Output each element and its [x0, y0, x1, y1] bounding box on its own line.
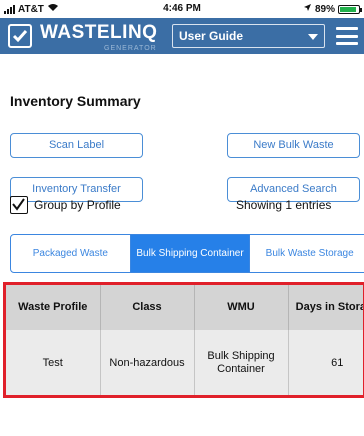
logo-text: WASTELINQ	[40, 22, 158, 43]
header-wmu[interactable]: WMU	[194, 285, 289, 330]
chevron-down-icon	[308, 34, 318, 40]
logo-subtext: GENERATOR	[104, 45, 157, 52]
inventory-table-frame: Waste Profile Class WMU Days in Storage …	[3, 282, 364, 398]
check-icon	[12, 198, 25, 211]
hamburger-menu-icon[interactable]	[336, 27, 358, 45]
location-icon	[303, 3, 312, 15]
tab-packaged-waste[interactable]: Packaged Waste	[11, 235, 131, 272]
header-waste-profile[interactable]: Waste Profile	[6, 285, 101, 330]
cell-wmu: Bulk Shipping Container	[194, 330, 289, 395]
check-square-icon	[8, 24, 32, 48]
app-header: WASTELINQ GENERATOR User Guide	[0, 18, 364, 54]
new-bulk-waste-button[interactable]: New Bulk Waste	[227, 133, 360, 158]
page-title: Inventory Summary	[10, 93, 141, 109]
table-header-row: Waste Profile Class WMU Days in Storage	[6, 285, 363, 330]
header-days-in-storage[interactable]: Days in Storage	[288, 285, 363, 330]
battery-icon	[338, 4, 362, 14]
group-by-profile-checkbox[interactable]	[10, 196, 28, 214]
inventory-tabs: Packaged Waste Bulk Shipping Container B…	[10, 234, 364, 273]
user-guide-dropdown[interactable]: User Guide	[172, 24, 325, 48]
battery-percent: 89%	[314, 3, 335, 15]
inventory-table: Waste Profile Class WMU Days in Storage …	[6, 285, 363, 395]
cell-days-in-storage: 61	[288, 330, 363, 395]
tab-bulk-waste-storage[interactable]: Bulk Waste Storage	[250, 235, 364, 272]
scan-label-button[interactable]: Scan Label	[10, 133, 143, 158]
entries-count: Showing 1 entries	[236, 198, 332, 212]
status-right: 89%	[303, 3, 362, 15]
dropdown-value: User Guide	[179, 29, 244, 43]
status-bar: AT&T 4:46 PM 89%	[0, 0, 364, 18]
group-by-profile-label: Group by Profile	[34, 198, 121, 212]
cell-class: Non-hazardous	[100, 330, 195, 395]
tab-bulk-shipping-container[interactable]: Bulk Shipping Container	[130, 235, 251, 272]
header-class[interactable]: Class	[100, 285, 195, 330]
cell-waste-profile: Test	[6, 330, 101, 395]
table-row[interactable]: Test Non-hazardous Bulk Shipping Contain…	[6, 330, 363, 395]
